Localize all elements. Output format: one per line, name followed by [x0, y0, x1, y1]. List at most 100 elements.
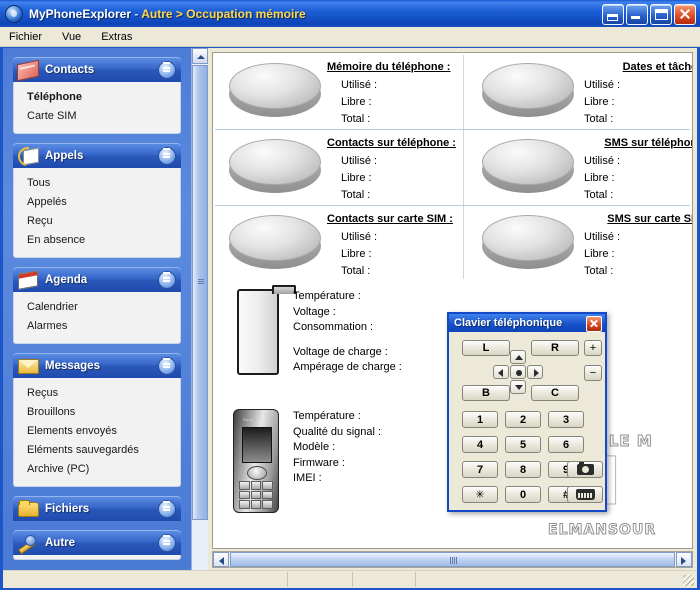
menu-item-extras[interactable]: Extras [98, 30, 135, 44]
sidebar-group-header-autre[interactable]: Autre [13, 530, 181, 555]
grid-horizontal-divider [215, 205, 690, 206]
softkey-back-button[interactable]: B [462, 385, 510, 401]
softkey-right-button[interactable]: R [531, 340, 579, 356]
softkey-clear-button[interactable]: C [531, 385, 579, 401]
center-select-icon[interactable] [510, 365, 526, 379]
folder-icon [16, 499, 40, 518]
window-controls [602, 4, 696, 25]
menu-bar: Fichier Vue Extras [0, 27, 700, 47]
sidebar-item-appeles[interactable]: Appelés [14, 193, 180, 212]
scroll-right-icon[interactable] [676, 552, 692, 567]
sidebar-group-messages: Messages Reçus Brouillons Elements envoy… [13, 353, 181, 487]
numpad-key-5[interactable]: 5 [505, 436, 541, 453]
sidebar-group-title: Messages [45, 359, 100, 372]
cell-row-label: Total : [584, 265, 614, 277]
keypad-dialog-titlebar: Clavier téléphonique [449, 314, 605, 332]
battery-icon [237, 285, 296, 375]
cell-row-label: Utilisé : [584, 231, 621, 243]
minimize-button[interactable] [626, 4, 648, 25]
cell-row-label: Utilisé : [584, 79, 621, 91]
main-horizontal-scrollbar[interactable] [212, 551, 693, 568]
restore-down-button[interactable] [602, 4, 624, 25]
sidebar-group-title: Appels [45, 149, 84, 162]
sidebar-group-header-appels[interactable]: Appels [13, 143, 181, 170]
keyboard-icon[interactable] [567, 486, 603, 503]
sidebar-scrollbar[interactable] [191, 48, 208, 587]
cell-row-label: Libre : [341, 248, 372, 260]
sidebar-group-header-messages[interactable]: Messages [13, 353, 181, 378]
arrow-right-icon[interactable] [527, 365, 543, 379]
sidebar-item-elements-envoyes[interactable]: Elements envoyés [14, 422, 180, 441]
scroll-grip [449, 557, 457, 564]
phone-line-imei: IMEI : [293, 472, 322, 484]
numpad-key-3[interactable]: 3 [548, 411, 584, 428]
sidebar-item-telephone[interactable]: Téléphone [14, 88, 180, 107]
sidebar-item-brouillons[interactable]: Brouillons [14, 403, 180, 422]
volume-up-button[interactable]: + [584, 340, 602, 356]
menu-item-vue[interactable]: Vue [59, 30, 84, 44]
sidebar-scroll-thumb[interactable] [192, 65, 208, 520]
sidebar-group-header-agenda[interactable]: Agenda [13, 267, 181, 292]
maximize-button[interactable] [650, 4, 672, 25]
chevron-down-icon[interactable] [158, 500, 176, 518]
sidebar-item-recus[interactable]: Reçus [14, 384, 180, 403]
phone-call-icon [14, 143, 41, 170]
arrow-down-icon[interactable] [510, 380, 526, 394]
sidebar-item-tous[interactable]: Tous [14, 174, 180, 193]
arrow-up-icon[interactable] [510, 350, 526, 364]
horizontal-scroll-thumb[interactable] [230, 552, 675, 567]
sidebar-item-recu[interactable]: Reçu [14, 212, 180, 231]
numpad-key-8[interactable]: 8 [505, 461, 541, 478]
title-separator: - [134, 6, 139, 21]
cell-row-label: Libre : [584, 248, 615, 260]
cell-title: SMS sur téléphone : [604, 137, 692, 149]
numpad-key-6[interactable]: 6 [548, 436, 584, 453]
cell-row-label: Libre : [341, 96, 372, 108]
softkey-left-button[interactable]: L [462, 340, 510, 356]
close-icon[interactable] [586, 316, 602, 332]
sidebar-item-carte-sim[interactable]: Carte SIM [14, 107, 180, 126]
cell-row-label: Total : [584, 113, 614, 125]
pie-chart-placeholder [482, 139, 574, 193]
numpad-key-7[interactable]: 7 [462, 461, 498, 478]
pie-chart-placeholder [229, 139, 321, 193]
sidebar-group-header-contacts[interactable]: Contacts [13, 57, 181, 82]
numpad-key-1[interactable]: 1 [462, 411, 498, 428]
calendar-icon [16, 270, 40, 290]
chevron-up-icon[interactable] [158, 534, 176, 552]
chevron-up-icon[interactable] [158, 147, 176, 165]
volume-down-button[interactable]: − [584, 365, 602, 381]
numpad-key-star[interactable]: ✳ [462, 486, 498, 503]
sidebar-group-body-messages: Reçus Brouillons Elements envoyés Elémen… [13, 378, 181, 487]
battery-line-consumption: Consommation : [293, 321, 374, 333]
cell-row-label: Utilisé : [341, 155, 378, 167]
chevron-up-icon[interactable] [158, 61, 176, 79]
resize-grip[interactable] [683, 575, 694, 586]
sidebar-item-calendrier[interactable]: Calendrier [14, 298, 180, 317]
app-name: MyPhoneExplorer [29, 6, 132, 21]
sidebar-item-archive-pc[interactable]: Archive (PC) [14, 460, 180, 479]
numpad-key-0[interactable]: 0 [505, 486, 541, 503]
sidebar-group-title: Contacts [45, 63, 95, 76]
sidebar-item-en-absence[interactable]: En absence [14, 231, 180, 250]
chevron-up-icon[interactable] [158, 357, 176, 375]
sidebar-item-elements-sauvegardes[interactable]: Eléments sauvegardés [14, 441, 180, 460]
camera-icon[interactable] [567, 461, 603, 478]
numpad-key-4[interactable]: 4 [462, 436, 498, 453]
sidebar-item-alarmes[interactable]: Alarmes [14, 317, 180, 336]
arrow-left-icon[interactable] [493, 365, 509, 379]
battery-line-temperature: Température : [293, 290, 361, 302]
battery-line-voltage: Voltage : [293, 305, 336, 318]
keypad-dialog-title: Clavier téléphonique [454, 317, 563, 329]
scroll-left-icon[interactable] [213, 552, 229, 567]
sidebar-group-body-agenda: Calendrier Alarmes [13, 292, 181, 344]
sidebar-group-header-fichiers[interactable]: Fichiers [13, 496, 181, 521]
pie-chart-placeholder [229, 63, 321, 117]
numpad-key-2[interactable]: 2 [505, 411, 541, 428]
phone-line-firmware: Firmware : [293, 456, 345, 469]
scroll-up-icon[interactable] [192, 48, 208, 64]
menu-item-fichier[interactable]: Fichier [6, 30, 45, 44]
scroll-grip [198, 279, 204, 285]
close-button[interactable] [674, 4, 696, 25]
chevron-up-icon[interactable] [158, 271, 176, 289]
